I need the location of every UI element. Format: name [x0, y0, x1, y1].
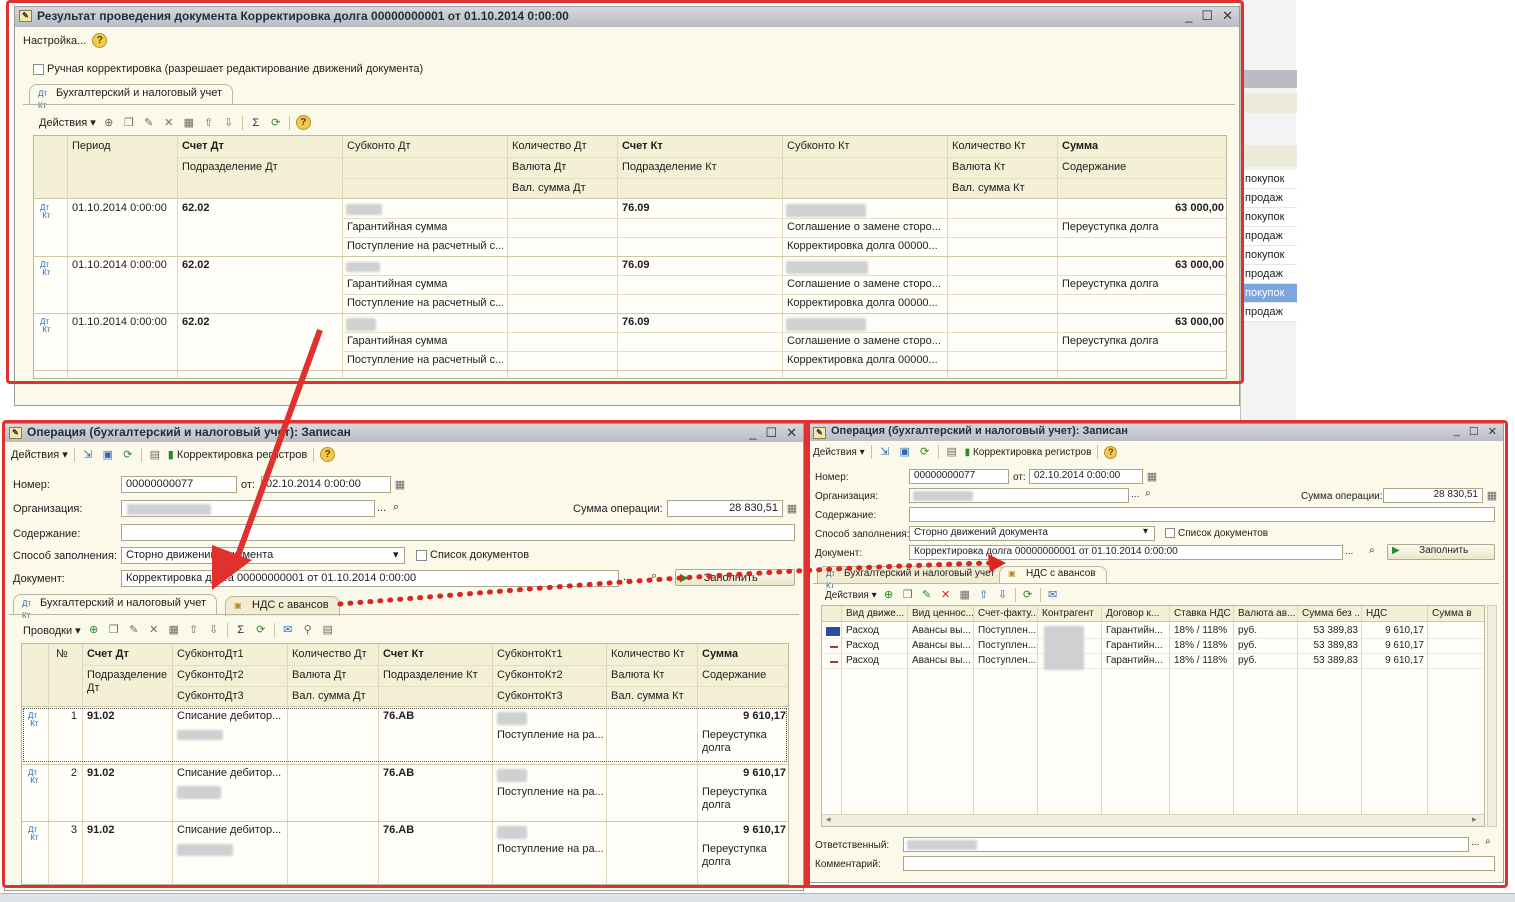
dotted-connector	[337, 560, 993, 607]
red-arrow-head	[212, 545, 252, 590]
annotation-overlay	[212, 328, 1006, 607]
taskbar	[0, 893, 1515, 902]
red-arrow-line	[229, 328, 323, 574]
dotted-arrow-head	[988, 554, 1006, 572]
